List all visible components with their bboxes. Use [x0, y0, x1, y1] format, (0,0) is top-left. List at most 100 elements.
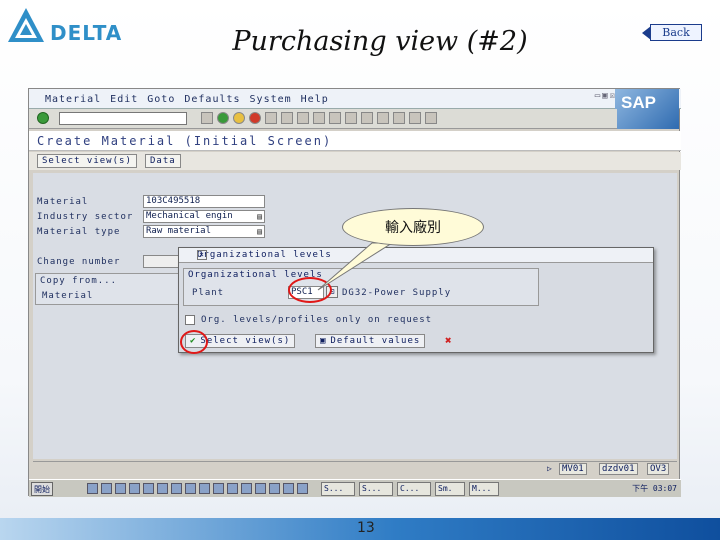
sap-logo: SAP: [615, 89, 679, 129]
help-icon[interactable]: [409, 112, 421, 124]
quick-launch-icon[interactable]: [227, 483, 238, 494]
start-label: 開始: [34, 485, 50, 494]
quick-launch-icon[interactable]: [171, 483, 182, 494]
menu-material[interactable]: Material: [45, 94, 101, 105]
find-next-icon[interactable]: [297, 112, 309, 124]
windows-taskbar: 開始 S... S... C... Sm. M... 下午 03:07: [29, 479, 681, 497]
change-number-input[interactable]: [143, 255, 183, 268]
quick-launch-icon[interactable]: [269, 483, 280, 494]
quick-launch-icon[interactable]: [241, 483, 252, 494]
quick-launch-icon[interactable]: [143, 483, 154, 494]
sap-menu-bar: Material Edit Goto Defaults System Help …: [29, 89, 681, 109]
print-icon[interactable]: [265, 112, 277, 124]
industry-sector-label: Industry sector: [37, 212, 134, 222]
material-type-value: Raw material: [146, 226, 212, 236]
status-system: OV3: [647, 463, 670, 475]
org-levels-checkbox-label: Org. levels/profiles only on request: [201, 315, 433, 325]
screen-title-bar: Create Material (Initial Screen): [29, 131, 681, 151]
next-page-icon[interactable]: [345, 112, 357, 124]
page-number: 13: [357, 520, 375, 536]
application-toolbar: Select view(s) Data: [29, 152, 681, 170]
org-levels-dialog: Organizational levels × Organizational l…: [178, 247, 654, 353]
save-icon[interactable]: [201, 112, 213, 124]
dialog-title-bar: Organizational levels ×: [179, 248, 653, 263]
cancel-icon[interactable]: ✖: [445, 334, 452, 347]
org-levels-checkbox[interactable]: [185, 315, 195, 325]
find-icon[interactable]: [281, 112, 293, 124]
sap-logo-text: SAP: [621, 93, 656, 112]
quick-launch-icon[interactable]: [157, 483, 168, 494]
quick-launch-icon[interactable]: [255, 483, 266, 494]
menu-defaults[interactable]: Defaults: [184, 94, 240, 105]
screen-title: Create Material (Initial Screen): [37, 134, 333, 148]
quick-launch-icon[interactable]: [87, 483, 98, 494]
select-views-highlight-circle: [180, 330, 208, 354]
dropdown-icon[interactable]: ▤: [257, 227, 262, 236]
save-icon: ▣: [320, 336, 327, 346]
window-controls-icon[interactable]: ▭▣☒: [595, 91, 617, 101]
taskbar-button[interactable]: C...: [397, 482, 431, 496]
status-arrow-icon[interactable]: ▷: [547, 464, 552, 473]
data-button[interactable]: Data: [145, 154, 181, 168]
quick-launch-icon[interactable]: [101, 483, 112, 494]
copy-material-label: Material: [42, 291, 94, 301]
menu-goto[interactable]: Goto: [147, 94, 175, 105]
back-icon[interactable]: [217, 112, 229, 124]
status-transaction: MV01: [559, 463, 587, 475]
quick-launch-icon[interactable]: [297, 483, 308, 494]
taskbar-button[interactable]: Sm.: [435, 482, 465, 496]
industry-sector-value: Mechanical engin: [146, 211, 233, 221]
enter-icon[interactable]: [37, 112, 49, 124]
cancel-icon[interactable]: [249, 112, 261, 124]
dropdown-icon[interactable]: ▤: [257, 212, 262, 221]
status-server: dzdv01: [599, 463, 638, 475]
copy-from-group: Copy from... Material: [35, 273, 183, 305]
callout-bubble: 輸入廠別: [342, 208, 484, 246]
material-input[interactable]: 103C495518: [143, 195, 265, 208]
quick-launch-icon[interactable]: [199, 483, 210, 494]
exit-icon[interactable]: [233, 112, 245, 124]
copy-from-label: Copy from...: [40, 276, 118, 286]
standard-toolbar: [29, 109, 617, 129]
slide: DELTA Purchasing view (#2) Back Material…: [0, 0, 720, 540]
command-field[interactable]: [59, 112, 187, 125]
material-label: Material: [37, 197, 89, 207]
quick-launch-icon[interactable]: [213, 483, 224, 494]
slide-title: Purchasing view (#2): [232, 26, 528, 57]
layout-menu-icon[interactable]: [425, 112, 437, 124]
last-page-icon[interactable]: [361, 112, 373, 124]
toolbar-icons: [201, 112, 437, 124]
status-bar: ▷ MV01 dzdv01 OV3: [33, 461, 677, 475]
menu-edit[interactable]: Edit: [110, 94, 138, 105]
previous-page-icon[interactable]: [329, 112, 341, 124]
org-levels-group: Organizational levels Plant PSC1 ⊡ DG32-…: [183, 268, 539, 306]
default-values-label: Default values: [330, 336, 421, 346]
quick-launch-icon[interactable]: [185, 483, 196, 494]
start-button[interactable]: 開始: [31, 482, 53, 496]
taskbar-button[interactable]: S...: [359, 482, 393, 496]
taskbar-button[interactable]: S...: [321, 482, 355, 496]
menu-system[interactable]: System: [250, 94, 292, 105]
back-button[interactable]: Back: [642, 24, 702, 41]
default-values-button[interactable]: ▣ Default values: [315, 334, 426, 348]
quick-launch: [87, 483, 308, 494]
industry-sector-select[interactable]: Mechanical engin ▤: [143, 210, 265, 223]
quick-launch-icon[interactable]: [283, 483, 294, 494]
dialog-title: Organizational levels: [197, 250, 332, 260]
system-tray-clock: 下午 03:07: [632, 484, 677, 493]
close-icon[interactable]: ×: [197, 250, 207, 260]
plant-highlight-circle: [288, 277, 332, 303]
material-type-select[interactable]: Raw material ▤: [143, 225, 265, 238]
quick-launch-icon[interactable]: [115, 483, 126, 494]
change-number-label: Change number: [37, 257, 121, 267]
first-page-icon[interactable]: [313, 112, 325, 124]
material-type-label: Material type: [37, 227, 121, 237]
shortcut-icon[interactable]: [393, 112, 405, 124]
taskbar-button[interactable]: M...: [469, 482, 499, 496]
select-views-dialog-label: Select view(s): [200, 336, 291, 346]
menu-help[interactable]: Help: [301, 94, 329, 105]
select-views-button[interactable]: Select view(s): [37, 154, 137, 168]
plant-label: Plant: [192, 288, 225, 298]
quick-launch-icon[interactable]: [129, 483, 140, 494]
new-session-icon[interactable]: [377, 112, 389, 124]
